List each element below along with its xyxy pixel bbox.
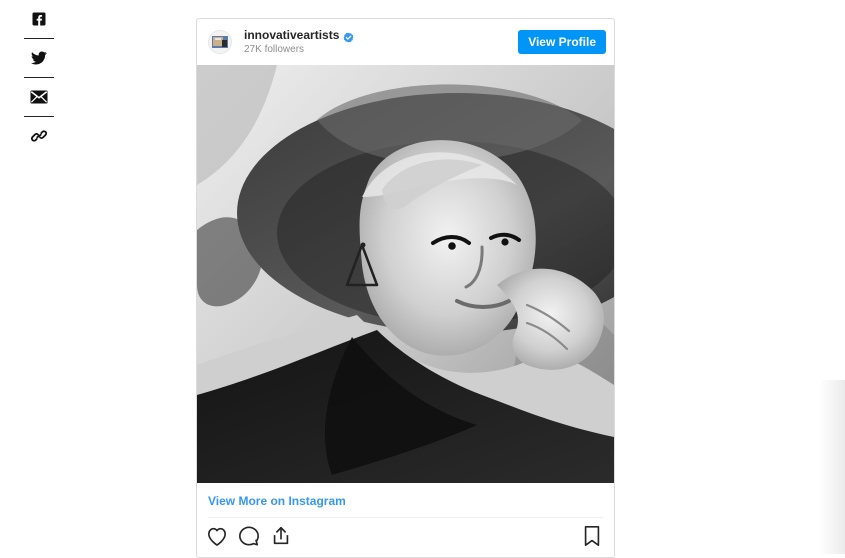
right-edge-shadow	[819, 380, 845, 554]
view-more-on-instagram-link[interactable]: View More on Instagram	[197, 483, 614, 517]
heart-icon	[206, 526, 228, 551]
twitter-icon	[31, 51, 47, 65]
username[interactable]: innovativeartists	[244, 28, 339, 42]
instagram-user-info: innovativeartists 27K followers	[244, 28, 354, 56]
email-icon	[30, 90, 48, 104]
facebook-icon	[32, 12, 46, 26]
comment-icon	[238, 525, 260, 552]
username-row: innovativeartists	[244, 28, 354, 43]
bookmark-icon	[583, 525, 601, 552]
followers-count: 27K followers	[244, 44, 305, 56]
share-facebook-button[interactable]	[24, 0, 54, 38]
avatar[interactable]	[208, 30, 232, 54]
share-button[interactable]	[269, 526, 293, 550]
link-icon	[30, 129, 48, 143]
share-rail	[24, 0, 54, 155]
instagram-embed-card: innovativeartists 27K followers View Pro…	[196, 18, 615, 558]
comment-button[interactable]	[237, 525, 261, 552]
instagram-photo[interactable]	[197, 65, 614, 483]
instagram-header: innovativeartists 27K followers View Pro…	[197, 19, 614, 65]
share-upload-icon	[270, 525, 292, 552]
share-email-button[interactable]	[24, 78, 54, 116]
view-profile-button[interactable]: View Profile	[518, 30, 606, 54]
bookmark-button[interactable]	[580, 525, 604, 552]
share-link-button[interactable]	[24, 117, 54, 155]
like-button[interactable]	[205, 526, 229, 550]
instagram-actions	[197, 518, 614, 557]
share-twitter-button[interactable]	[24, 39, 54, 77]
verified-badge-icon	[343, 30, 354, 43]
